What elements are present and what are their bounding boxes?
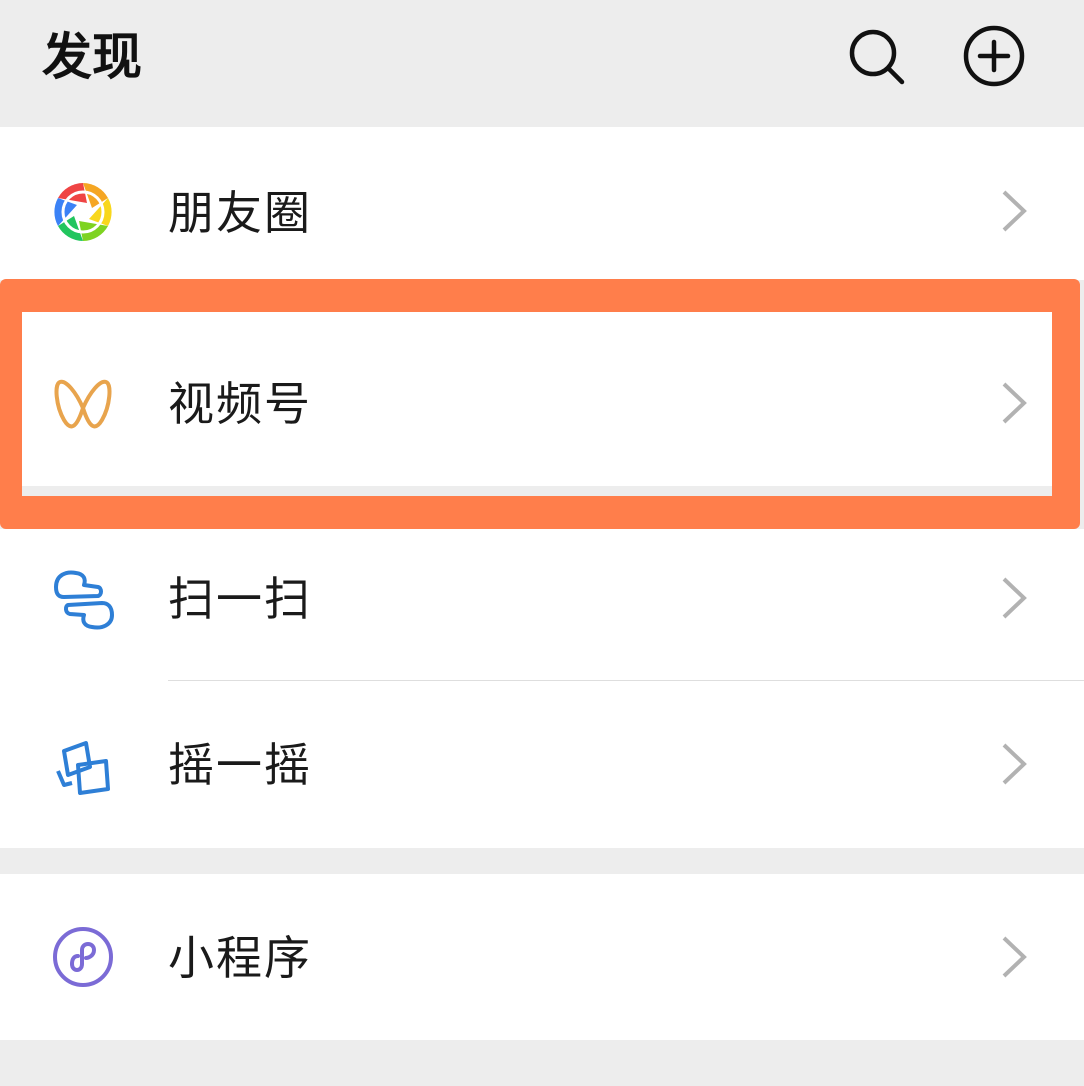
group-gap <box>22 486 1052 496</box>
mini-program-icon <box>50 924 116 990</box>
search-button[interactable] <box>844 24 908 88</box>
item-label: 视频号 <box>168 377 312 431</box>
list-item-scan[interactable]: 扫一扫 <box>0 529 1084 680</box>
channels-icon <box>50 372 116 438</box>
item-label: 扫一扫 <box>168 572 312 626</box>
chevron-right-icon <box>998 741 1030 787</box>
plus-circle-icon <box>963 25 1025 87</box>
item-label: 小程序 <box>168 931 312 985</box>
chevron-right-icon <box>998 575 1030 621</box>
list-item-shake[interactable]: 摇一摇 <box>0 681 1084 848</box>
chevron-right-icon <box>998 934 1030 980</box>
search-icon <box>849 29 905 85</box>
scan-icon <box>50 565 116 631</box>
item-label: 摇一摇 <box>168 738 312 792</box>
list-item-channels[interactable]: 视频号 <box>0 312 1084 486</box>
chevron-right-icon <box>998 380 1030 426</box>
list-item-moments[interactable]: 朋友圈 <box>0 127 1084 280</box>
list-item-mini-program[interactable]: 小程序 <box>0 874 1084 1040</box>
item-label: 朋友圈 <box>168 186 312 240</box>
shake-icon <box>50 731 116 797</box>
discover-page: 发现 朋友圈 视频号 扫一扫 摇一摇 小程序 <box>0 0 1084 1086</box>
chevron-right-icon <box>998 188 1030 234</box>
add-button[interactable] <box>962 24 1026 88</box>
moments-aperture-icon <box>50 179 116 245</box>
top-bar: 发现 <box>0 0 1084 127</box>
page-title: 发现 <box>42 28 142 86</box>
